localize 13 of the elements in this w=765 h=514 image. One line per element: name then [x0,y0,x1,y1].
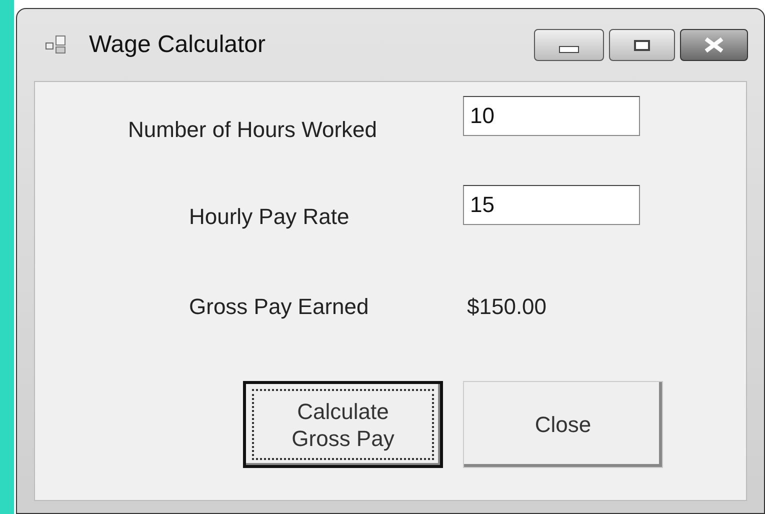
field-label: Hourly Pay Rate [189,202,350,231]
input-field[interactable]: 15 [463,185,640,225]
close-icon[interactable] [680,29,748,61]
action-button[interactable]: Close [463,381,663,468]
field-label: Number of Hours Worked [128,116,378,144]
result-label: Gross Pay Earned [189,292,370,321]
window-title: Wage Calculator [89,30,266,60]
action-button[interactable]: Calculate Gross Pay [243,381,443,468]
minimize-button[interactable] [534,29,604,61]
app-icon [45,35,67,55]
maximize-button[interactable] [609,29,675,61]
result-value: $150.00 [467,292,547,320]
input-field[interactable]: 10 [463,96,640,136]
